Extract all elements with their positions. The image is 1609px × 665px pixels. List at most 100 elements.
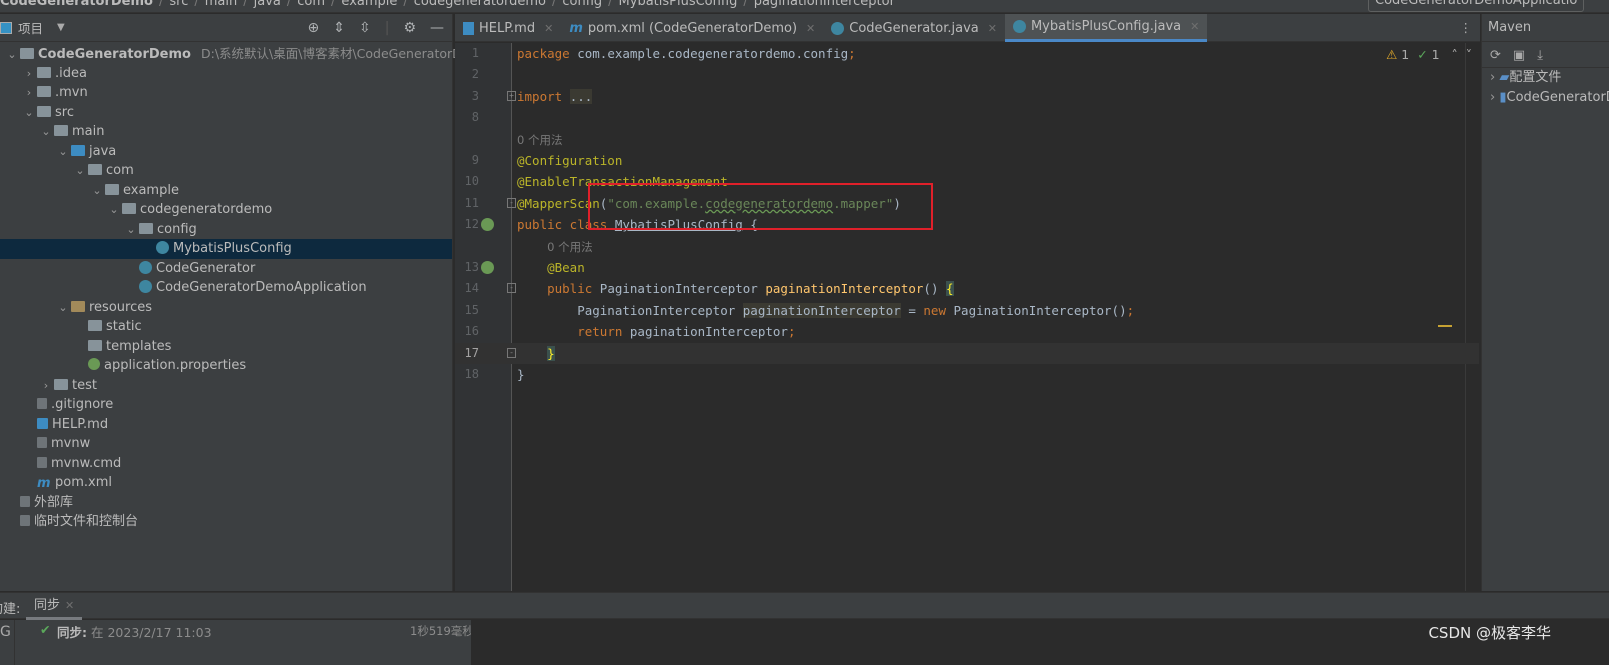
chevron-down-icon[interactable]: ⌄: [40, 122, 52, 142]
tree-item[interactable]: mvnw.cmd: [0, 454, 452, 474]
chevron-right-icon[interactable]: ›: [23, 64, 35, 84]
fold-icon[interactable]: -: [507, 347, 516, 358]
chevron-down-icon[interactable]: ⌄: [6, 45, 18, 65]
breadcrumb-item[interactable]: config: [562, 0, 602, 9]
chevron-down-icon[interactable]: ▼: [57, 22, 65, 33]
maven-item-profiles[interactable]: › ▰配置文件: [1482, 68, 1609, 88]
breadcrumb-item[interactable]: main: [205, 0, 237, 9]
line-number: 16: [464, 324, 479, 339]
tab-sync[interactable]: 同步 ✕: [26, 593, 83, 620]
breadcrumb-item[interactable]: paginationInterceptor: [754, 0, 895, 9]
code-line[interactable]: 2: [455, 64, 1479, 85]
reload-icon[interactable]: ⟳: [1490, 48, 1501, 63]
chevron-down-icon[interactable]: ⌄: [91, 181, 103, 201]
code-line[interactable]: 17 - }: [455, 342, 1479, 364]
tree-item[interactable]: CodeGeneratorDemoApplication: [0, 278, 452, 298]
expand-all-icon[interactable]: ⇕: [333, 20, 345, 36]
chevron-right-icon[interactable]: ›: [40, 376, 52, 396]
tree-item[interactable]: mvnw: [0, 434, 452, 454]
code-line[interactable]: 18}: [455, 364, 1479, 385]
tree-item[interactable]: HELP.md: [0, 415, 452, 435]
close-tab-icon[interactable]: ✕: [988, 15, 997, 42]
tree-item[interactable]: ⌄ main: [0, 122, 452, 142]
tree-item[interactable]: .gitignore: [0, 395, 452, 415]
chevron-down-icon[interactable]: ⌄: [125, 220, 137, 240]
fold-icon[interactable]: -: [507, 197, 516, 208]
next-icon[interactable]: ˅: [1466, 47, 1472, 62]
code-line[interactable]: 16 return paginationInterceptor;: [455, 321, 1479, 342]
editor-tab[interactable]: CodeGenerator.java ✕: [823, 14, 1005, 42]
breadcrumb-item[interactable]: src: [169, 0, 188, 9]
breadcrumb-item[interactable]: example: [341, 0, 397, 9]
code-line[interactable]: 3 + import ...: [455, 86, 1479, 107]
rerun-icon[interactable]: G: [0, 620, 15, 665]
breadcrumb-item[interactable]: CodeGeneratorDemo: [0, 0, 153, 9]
gear-icon[interactable]: ⚙: [403, 20, 416, 36]
line-number: 1: [471, 46, 479, 60]
tree-item[interactable]: m pom.xml: [0, 473, 452, 493]
code-line[interactable]: 1 package com.example.codegeneratordemo.c…: [455, 43, 1479, 64]
chevron-down-icon[interactable]: ⌄: [108, 200, 120, 220]
breadcrumb-item[interactable]: codegeneratordemo: [414, 0, 546, 9]
tree-item[interactable]: 外部库: [0, 493, 452, 513]
tree-item[interactable]: ⌄ java: [0, 142, 452, 162]
chevron-right-icon[interactable]: ›: [23, 83, 35, 103]
breadcrumb-item[interactable]: java: [254, 0, 281, 9]
tree-item[interactable]: 临时文件和控制台: [0, 512, 452, 532]
add-project-icon[interactable]: ▣: [1513, 48, 1525, 63]
chevron-down-icon[interactable]: ⌄: [23, 103, 35, 123]
tree-item[interactable]: › .idea: [0, 64, 452, 84]
close-icon[interactable]: ✕: [65, 599, 74, 612]
fold-icon[interactable]: +: [507, 90, 516, 101]
tree-item[interactable]: ⌄ example: [0, 181, 452, 201]
spring-bean-icon[interactable]: [481, 261, 494, 274]
tree-item[interactable]: CodeGenerator: [0, 259, 452, 279]
code-line[interactable]: 13 @Bean: [455, 257, 1479, 278]
code-line[interactable]: 0 个用法: [455, 129, 1479, 150]
hide-icon[interactable]: —: [430, 20, 444, 36]
code-line[interactable]: 9 @Configuration: [455, 150, 1479, 171]
editor-tab[interactable]: HELP.md ✕: [455, 14, 561, 42]
close-tab-icon[interactable]: ✕: [806, 15, 815, 42]
tree-item[interactable]: › test: [0, 376, 452, 396]
chevron-down-icon[interactable]: ⌄: [74, 161, 86, 181]
run-configuration-select[interactable]: CodeGeneratorDemoApplicatio: [1368, 0, 1585, 12]
code-editor[interactable]: 1 package com.example.codegeneratordemo.c…: [455, 43, 1480, 591]
close-tab-icon[interactable]: ✕: [544, 15, 553, 42]
tree-item[interactable]: ⌄ resources: [0, 298, 452, 318]
tree-item[interactable]: ⌄ src: [0, 103, 452, 123]
spring-bean-icon[interactable]: [481, 218, 494, 232]
code-line[interactable]: 15 PaginationInterceptor paginationInter…: [455, 300, 1479, 321]
warning-stripe-mark[interactable]: [1438, 325, 1452, 327]
close-tab-icon[interactable]: ✕: [1190, 13, 1199, 40]
more-tabs-icon[interactable]: ⋮: [1460, 20, 1473, 35]
tree-item[interactable]: ⌄ CodeGeneratorDemo D:\系统默认\桌面\博客素材\CodeGe…: [0, 44, 489, 65]
inspection-widget[interactable]: ⚠ 1 ✓ 1 ˄ ˅: [1386, 47, 1472, 62]
code-line[interactable]: 0 个用法: [455, 236, 1479, 257]
previous-icon[interactable]: ˄: [1452, 47, 1458, 62]
tree-item[interactable]: › .mvn: [0, 83, 452, 103]
editor-tab[interactable]: MybatisPlusConfig.java ✕: [1004, 13, 1208, 42]
chevron-down-icon[interactable]: ⌄: [57, 142, 69, 162]
tree-item[interactable]: ⌄ com: [0, 161, 452, 181]
tree-item[interactable]: MybatisPlusConfig: [0, 239, 452, 259]
project-view-select[interactable]: 项目: [18, 18, 43, 37]
code-line[interactable]: 14 - public PaginationInterceptor paginat…: [455, 278, 1479, 299]
chevron-down-icon[interactable]: ⌄: [57, 298, 69, 318]
fold-icon[interactable]: -: [507, 283, 516, 294]
tree-item-label: example: [123, 182, 179, 198]
download-icon[interactable]: ⤓: [1537, 48, 1543, 63]
breadcrumb-item[interactable]: MybatisPlusConfig: [619, 0, 738, 9]
tree-item[interactable]: templates: [0, 337, 452, 357]
breadcrumb-item[interactable]: com: [297, 0, 325, 9]
maven-item-project[interactable]: › ▮CodeGeneratorDemo: [1482, 88, 1609, 108]
tree-item[interactable]: ⌄ codegeneratordemo: [0, 200, 452, 220]
sync-status-item[interactable]: 同步: 在 2023/2/17 11:03: [57, 622, 212, 641]
editor-tab[interactable]: m pom.xml (CodeGeneratorDemo) ✕: [561, 14, 823, 42]
collapse-all-icon[interactable]: ⇳: [359, 20, 371, 36]
locate-icon[interactable]: ⊕: [308, 20, 320, 36]
tree-item[interactable]: application.properties: [0, 356, 452, 376]
code-line[interactable]: 8: [455, 107, 1479, 128]
tree-item[interactable]: static: [0, 317, 452, 337]
tree-item[interactable]: ⌄ config: [0, 220, 452, 240]
